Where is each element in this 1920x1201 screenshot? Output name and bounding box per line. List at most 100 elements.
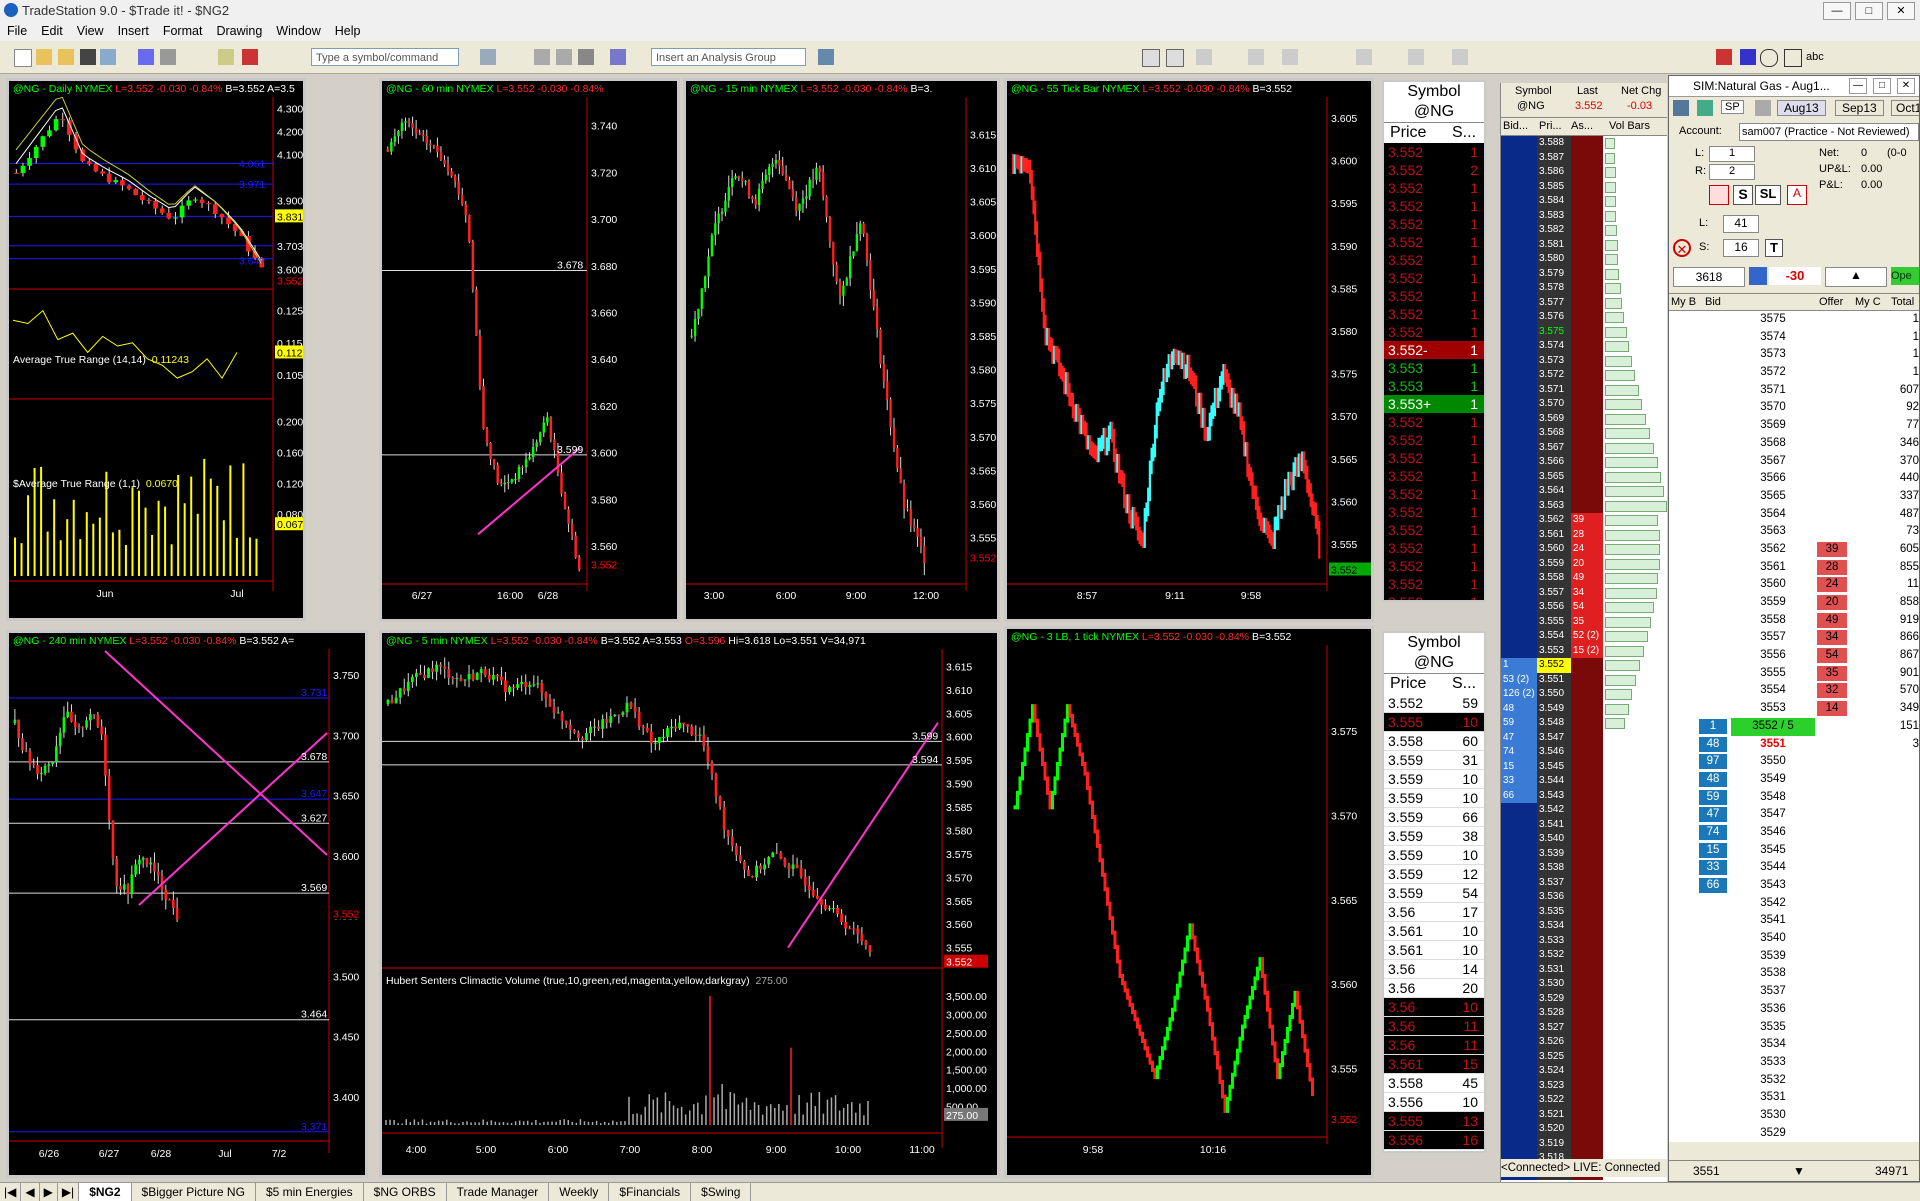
ladder-row[interactable]: 3.563 bbox=[1501, 498, 1667, 513]
tradebar-bid-cell[interactable]: 97 bbox=[1699, 754, 1727, 770]
tradebar-open-button[interactable]: Ope bbox=[1891, 267, 1919, 285]
ladder-price[interactable]: 3.552 bbox=[1537, 658, 1571, 673]
ladder-ask[interactable] bbox=[1571, 687, 1603, 702]
ladder-ask[interactable] bbox=[1571, 426, 1603, 441]
tradebar-stop-button[interactable]: S bbox=[1733, 185, 1753, 205]
new-icon[interactable] bbox=[14, 49, 32, 67]
ladder-bid[interactable] bbox=[1501, 629, 1537, 644]
ladder-row[interactable]: 53 (2) 3.551 bbox=[1501, 672, 1667, 687]
tradebar-bid-cell[interactable] bbox=[1699, 489, 1727, 504]
ladder-bid[interactable] bbox=[1501, 919, 1537, 934]
ladder-bid[interactable] bbox=[1501, 1035, 1537, 1050]
ladder-bid[interactable] bbox=[1501, 1078, 1537, 1093]
ladder-price[interactable]: 3.572 bbox=[1537, 368, 1571, 383]
ladder-bid[interactable]: 74 bbox=[1501, 745, 1537, 760]
ladder-ask[interactable] bbox=[1571, 962, 1603, 977]
ladder-row[interactable]: 3.536 bbox=[1501, 890, 1667, 905]
chart-daily[interactable]: @NG - Daily NYMEX L=3.552 -0.030 -0.84% … bbox=[6, 78, 306, 621]
ladder-price[interactable]: 3.556 bbox=[1537, 600, 1571, 615]
ladder-bid[interactable] bbox=[1501, 904, 1537, 919]
tradebar-price-cell[interactable]: 3569 bbox=[1731, 417, 1815, 435]
tradebar-bid-cell[interactable] bbox=[1699, 913, 1727, 928]
ladder-price[interactable]: 3.557 bbox=[1537, 585, 1571, 600]
tradebar-price-cell[interactable]: 3554 bbox=[1731, 682, 1815, 700]
ladder-row[interactable]: 3.541 bbox=[1501, 817, 1667, 832]
ladder-row[interactable]: 3.534 bbox=[1501, 919, 1667, 934]
insert-ruler-icon[interactable] bbox=[1282, 49, 1298, 65]
tradebar-offer-cell[interactable] bbox=[1817, 347, 1847, 362]
ladder-ask[interactable]: 49 bbox=[1571, 571, 1603, 586]
ladder-ask[interactable] bbox=[1571, 194, 1603, 209]
tradebar-center-icon[interactable] bbox=[1749, 267, 1767, 285]
tradebar-r-input[interactable]: 2 bbox=[1709, 164, 1755, 180]
ladder-row[interactable]: 3.562 39 bbox=[1501, 513, 1667, 528]
ladder-ask[interactable]: 28 bbox=[1571, 527, 1603, 542]
tradebar-bid-cell[interactable] bbox=[1699, 383, 1727, 398]
tradebar-offer-cell[interactable]: 24 bbox=[1817, 577, 1847, 593]
ladder-row[interactable]: 3.561 28 bbox=[1501, 527, 1667, 542]
ladder-ask[interactable] bbox=[1571, 397, 1603, 412]
link-icon[interactable] bbox=[610, 49, 626, 65]
tab-weekly[interactable]: Weekly bbox=[549, 1183, 610, 1201]
tradebar-ladder-row[interactable]: 3559 20 858 bbox=[1669, 594, 1919, 612]
tradebar-offer-cell[interactable]: 34 bbox=[1817, 630, 1847, 646]
ladder-price[interactable]: 3.585 bbox=[1537, 179, 1571, 194]
tradebar-ladder-row[interactable]: 1 3552 / 5 151 bbox=[1669, 717, 1919, 736]
ladder-bid[interactable] bbox=[1501, 426, 1537, 441]
ladder-ask[interactable] bbox=[1571, 1093, 1603, 1108]
ladder-ask[interactable] bbox=[1571, 1006, 1603, 1021]
ladder-price[interactable]: 3.525 bbox=[1537, 1049, 1571, 1064]
ladder-ask[interactable] bbox=[1571, 1122, 1603, 1137]
tradebar-ladder-row[interactable]: 97 3550 bbox=[1669, 753, 1919, 771]
tradebar-ladder-row[interactable]: 3566 440 bbox=[1669, 470, 1919, 488]
menu-drawing[interactable]: Drawing bbox=[209, 22, 269, 40]
ladder-ask[interactable]: 52 (2) bbox=[1571, 629, 1603, 644]
close-button[interactable]: ✕ bbox=[1887, 2, 1915, 20]
ladder-row[interactable]: 3.520 bbox=[1501, 1122, 1667, 1137]
tradebar-bid-cell[interactable] bbox=[1699, 949, 1727, 964]
tradebar-ladder-row[interactable]: 3568 346 bbox=[1669, 434, 1919, 453]
chart-3lb[interactable]: @NG - 3 LB, 1 tick NYMEX L=3.552 -0.030 … bbox=[1004, 626, 1374, 1178]
ladder-row[interactable]: 3.529 bbox=[1501, 991, 1667, 1006]
tradebar-offer-cell[interactable] bbox=[1817, 312, 1847, 327]
ladder-bid[interactable]: 53 (2) bbox=[1501, 672, 1537, 687]
ladder-bid[interactable] bbox=[1501, 948, 1537, 963]
tradebar-bid-cell[interactable] bbox=[1699, 1073, 1727, 1088]
time-sales-2[interactable]: Symbol @NG Price S... 3.552 59 3.555 10 3.558… bbox=[1382, 631, 1486, 1153]
tradebar-price-cell[interactable]: 3552 / 5 bbox=[1731, 717, 1815, 736]
tradebar-price-cell[interactable]: 3573 bbox=[1731, 346, 1815, 364]
ladder-price[interactable]: 3.586 bbox=[1537, 165, 1571, 180]
ladder-price[interactable]: 3.544 bbox=[1537, 774, 1571, 789]
tradebar-offer-cell[interactable] bbox=[1817, 931, 1847, 946]
ladder-bid[interactable] bbox=[1501, 295, 1537, 310]
ladder-price[interactable]: 3.537 bbox=[1537, 875, 1571, 890]
tradebar-ladder-row[interactable]: 3573 1 bbox=[1669, 346, 1919, 365]
tradebar-price-cell[interactable]: 3542 bbox=[1731, 895, 1815, 913]
tab-5min-energies[interactable]: $5 min Energies bbox=[256, 1183, 364, 1201]
ladder-row[interactable]: 3.519 bbox=[1501, 1136, 1667, 1151]
tradebar-bid-cell[interactable] bbox=[1699, 1055, 1727, 1070]
tradebar-price-cell[interactable]: 3536 bbox=[1731, 1001, 1815, 1019]
ladder-row[interactable]: 3.537 bbox=[1501, 875, 1667, 890]
tradebar-bid-cell[interactable] bbox=[1699, 418, 1727, 433]
ladder-ask[interactable] bbox=[1571, 281, 1603, 296]
tradebar-offer-cell[interactable]: 32 bbox=[1817, 683, 1847, 699]
tradebar-offer-cell[interactable]: 14 bbox=[1817, 701, 1847, 717]
ladder-ask[interactable]: 54 bbox=[1571, 600, 1603, 615]
ladder-row[interactable]: 3.556 54 bbox=[1501, 600, 1667, 615]
ladder-bid[interactable] bbox=[1501, 353, 1537, 368]
ladder-bid[interactable]: 48 bbox=[1501, 701, 1537, 716]
tradebar-bid-cell[interactable] bbox=[1699, 896, 1727, 911]
tradebar-month-aug13[interactable]: Aug13 bbox=[1777, 100, 1826, 116]
ladder-ask[interactable] bbox=[1571, 1035, 1603, 1050]
tradebar-ladder-row[interactable]: 3534 bbox=[1669, 1036, 1919, 1054]
ladder-bid[interactable] bbox=[1501, 150, 1537, 165]
ladder-bid[interactable] bbox=[1501, 585, 1537, 600]
ladder-row[interactable]: 3.528 bbox=[1501, 1006, 1667, 1021]
ladder-bid[interactable] bbox=[1501, 527, 1537, 542]
tradebar-price-cell[interactable]: 3548 bbox=[1731, 789, 1815, 807]
tradebar-offer-cell[interactable] bbox=[1817, 418, 1847, 433]
ladder-price[interactable]: 3.571 bbox=[1537, 382, 1571, 397]
ladder-ask[interactable] bbox=[1571, 875, 1603, 890]
ladder-ask[interactable] bbox=[1571, 455, 1603, 470]
